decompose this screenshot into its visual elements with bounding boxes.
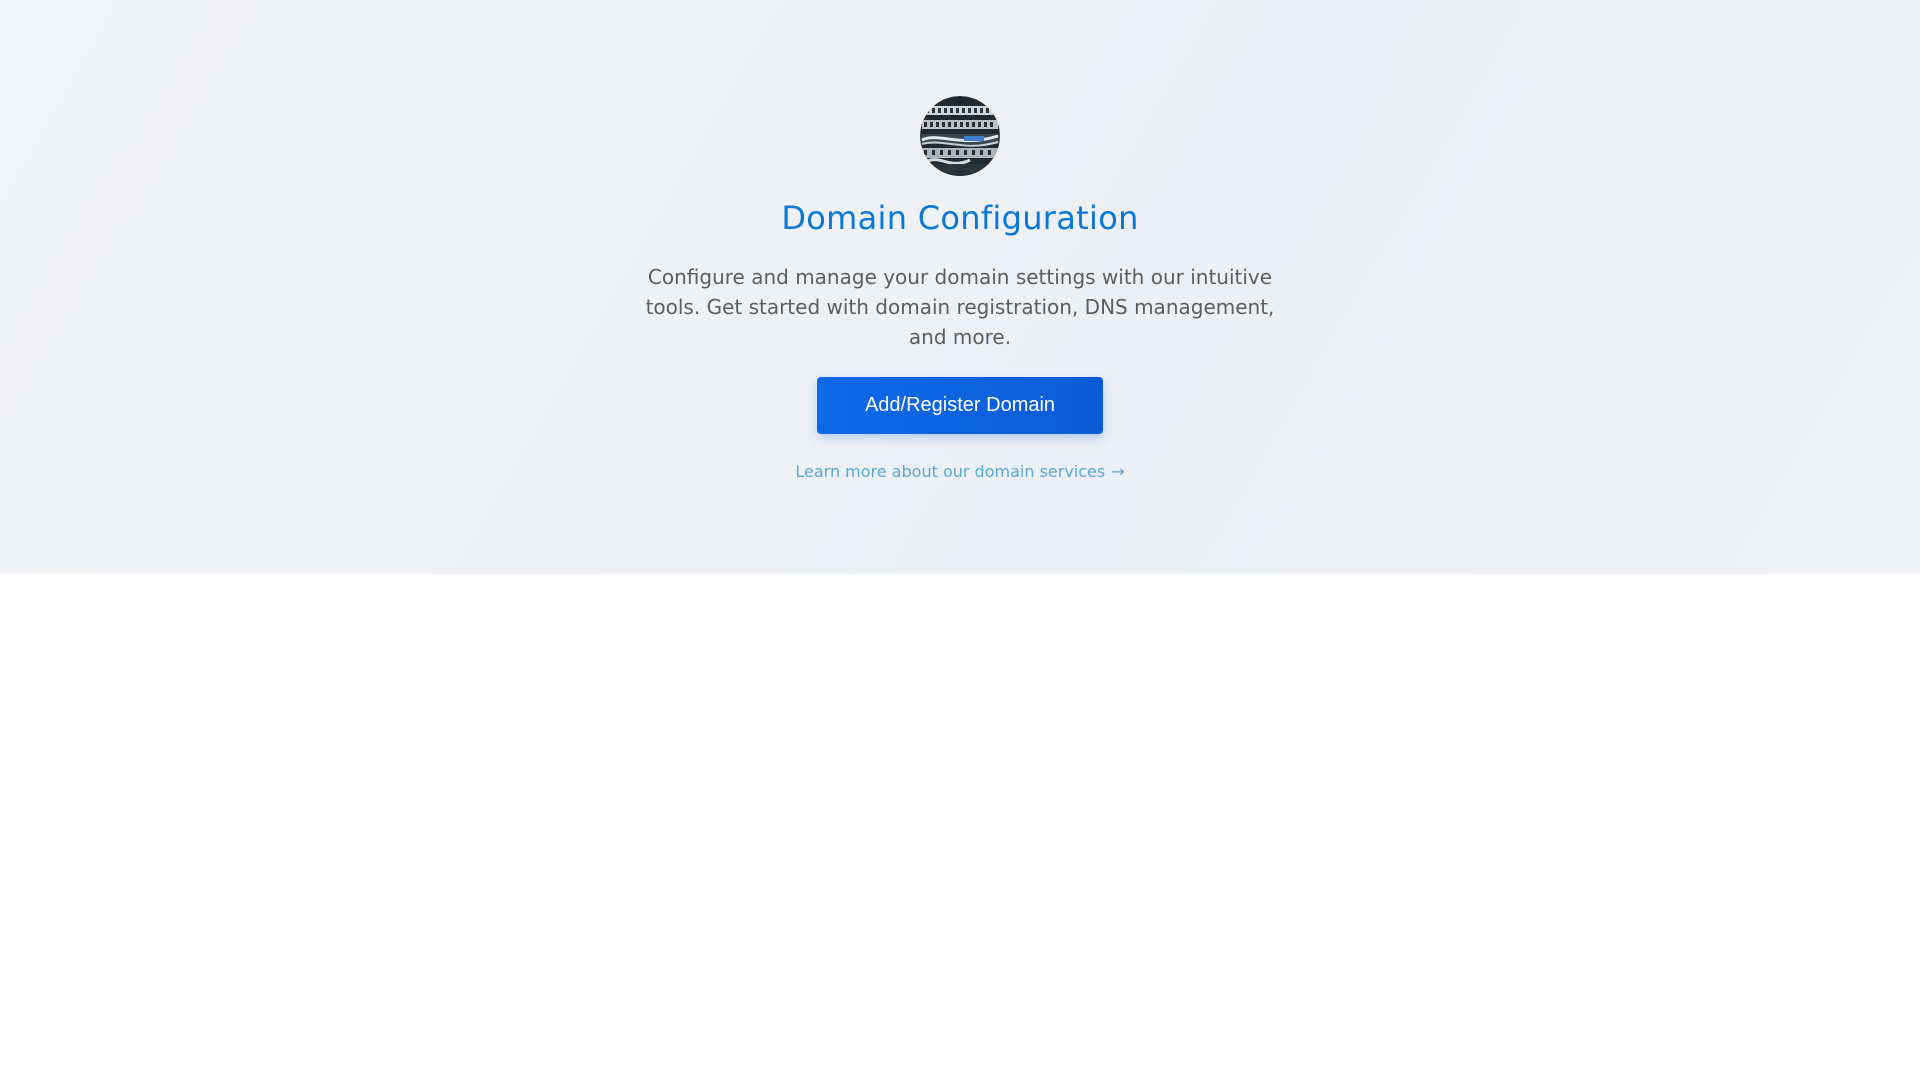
arrow-right-icon: → — [1111, 462, 1125, 481]
hero-section: Domain Configuration Configure and manag… — [0, 0, 1920, 574]
page-description: Configure and manage your domain setting… — [645, 265, 1275, 349]
learn-more-label: Learn more about our domain services — [795, 462, 1106, 481]
server-rack-photo-icon — [920, 96, 1000, 176]
page-title: Domain Configuration — [781, 199, 1139, 237]
learn-more-link[interactable]: Learn more about our domain services → — [795, 462, 1124, 482]
add-register-domain-button[interactable]: Add/Register Domain — [817, 377, 1103, 434]
